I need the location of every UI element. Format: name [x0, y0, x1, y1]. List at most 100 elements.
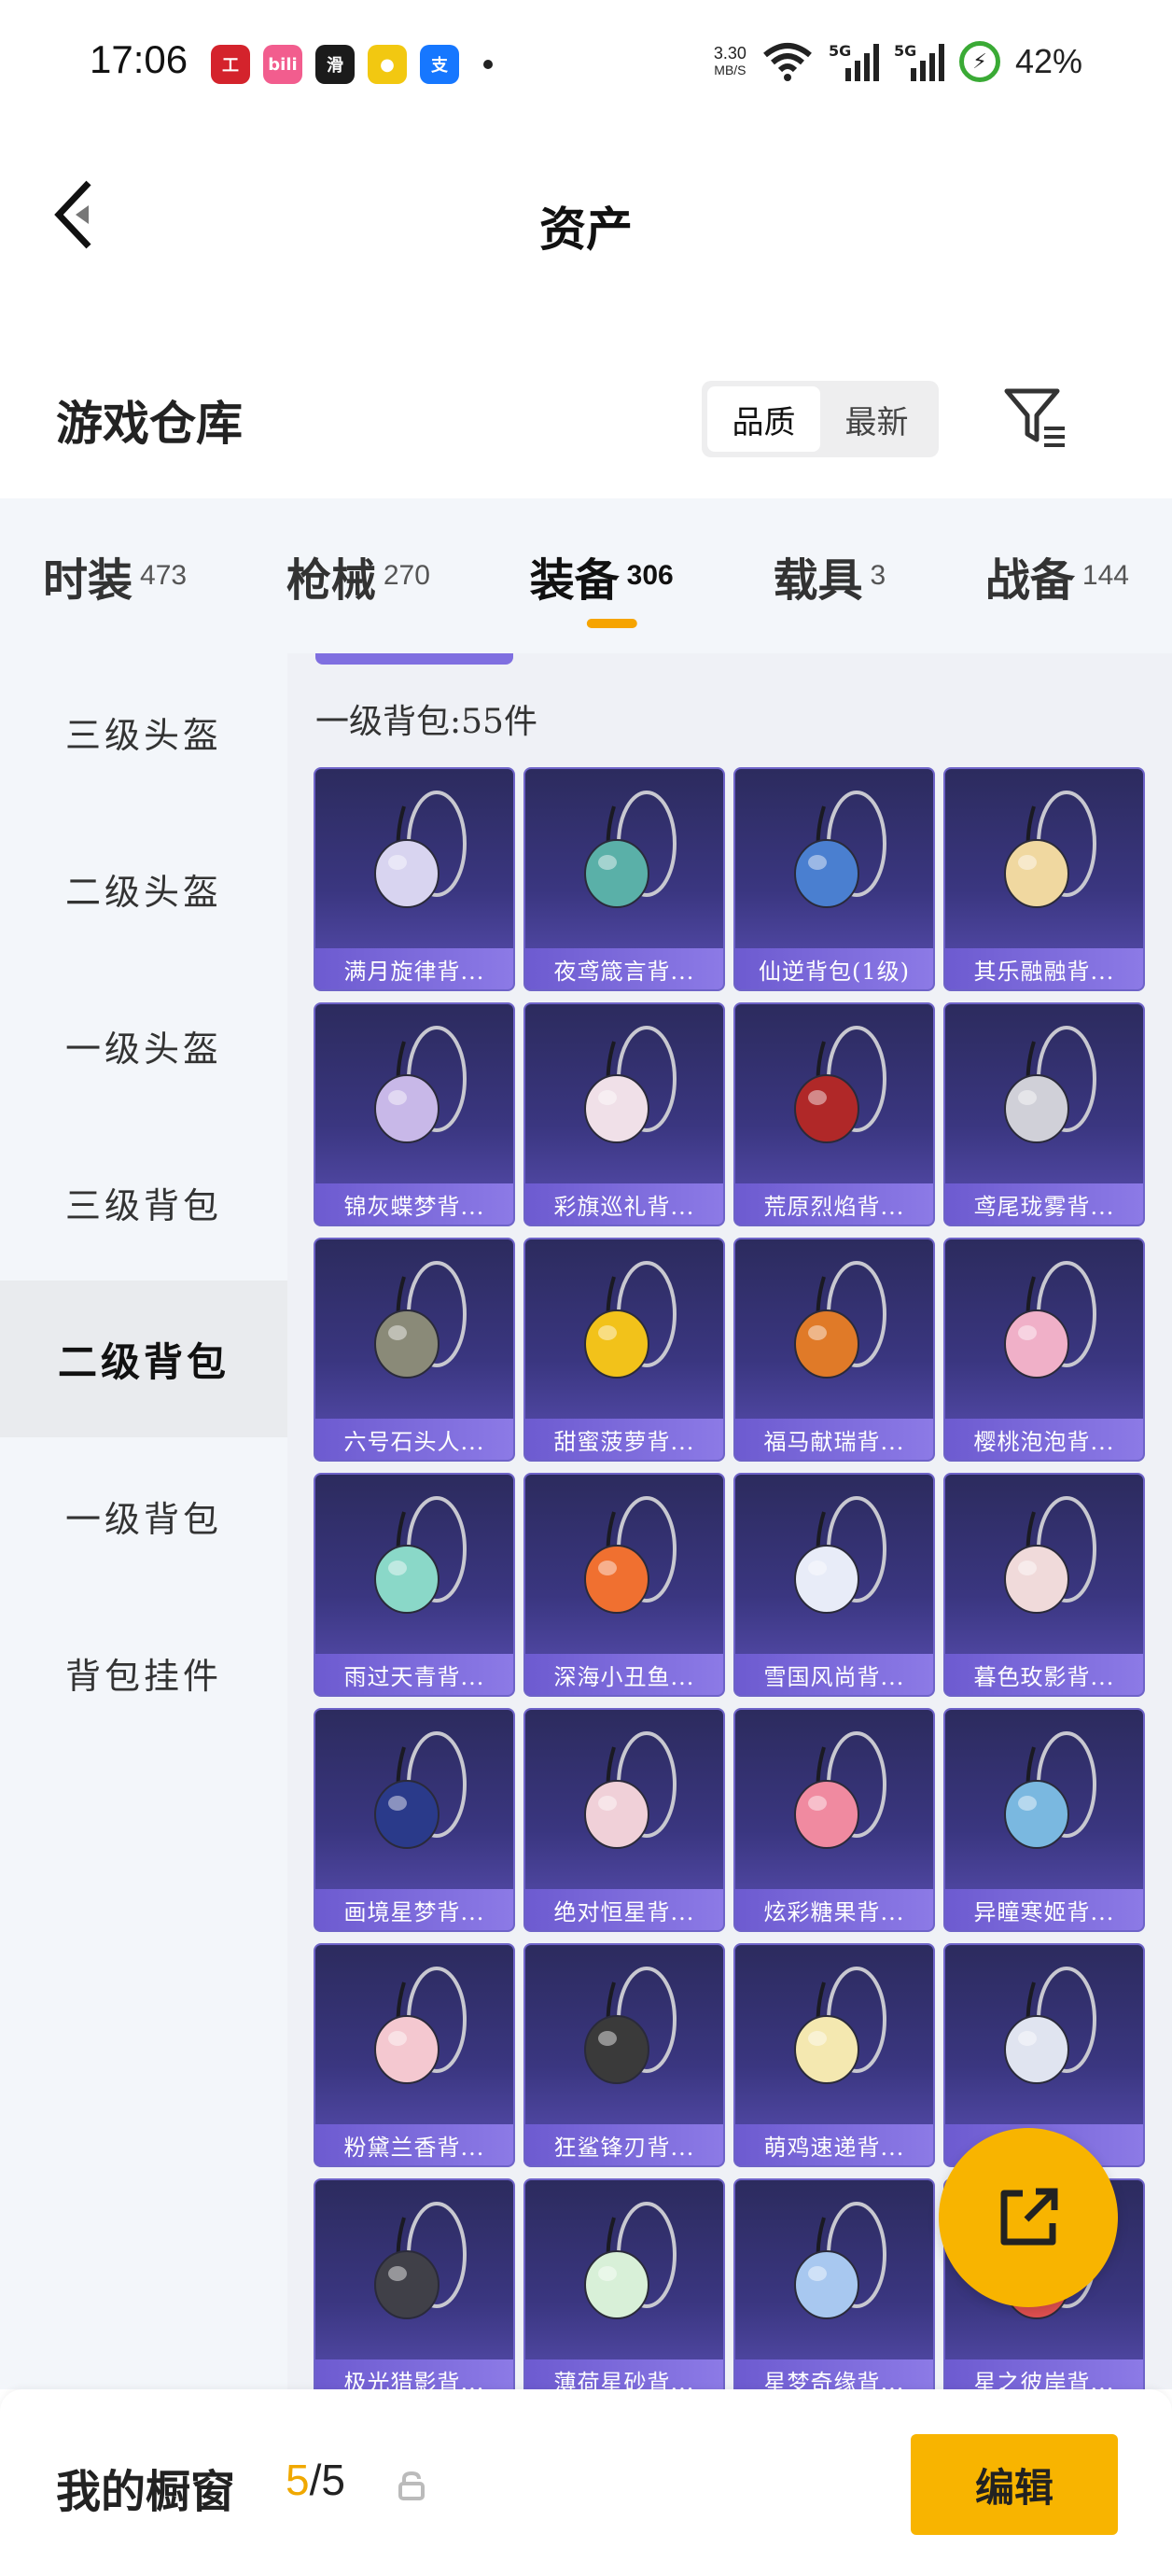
item-name: 异瞳寒姬背... — [945, 1889, 1143, 1930]
page-header: 资产 — [0, 131, 1172, 308]
status-app-icons: 工 bili 滑 ● 支 — [211, 45, 493, 84]
share-export-icon — [1000, 2188, 1058, 2246]
tab-4[interactable]: 战备 144 — [963, 520, 1151, 632]
item-name: 狂鲨锋刃背... — [525, 2124, 723, 2165]
tab-1[interactable]: 枪械 270 — [264, 520, 453, 632]
item-card[interactable]: 六号石头人... — [314, 1238, 515, 1462]
item-name: 其乐融融背... — [945, 948, 1143, 989]
backpack-image-icon — [794, 2202, 886, 2319]
item-card[interactable]: 暮色玫影背... — [943, 1473, 1145, 1697]
item-name: 暮色玫影背... — [945, 1654, 1143, 1695]
item-card[interactable]: 甜蜜菠萝背... — [523, 1238, 725, 1462]
tab-2[interactable]: 装备 306 — [508, 520, 696, 632]
status-bar: 17:06 工 bili 滑 ● 支 3.30 MB/S 5G 5G ⚡ 42% — [0, 0, 1172, 131]
item-card[interactable]: 薄荷星砂背... — [523, 2178, 725, 2389]
backpack-image-icon — [1004, 1731, 1096, 1849]
item-name: 粉黛兰香背... — [315, 2124, 513, 2165]
backpack-image-icon — [794, 1496, 886, 1614]
share-fab-button[interactable] — [939, 2128, 1118, 2307]
item-name: 薄荷星砂背... — [525, 2359, 723, 2389]
edit-button[interactable]: 编辑 — [911, 2434, 1118, 2535]
item-name: 樱桃泡泡背... — [945, 1419, 1143, 1460]
backpack-image-icon — [374, 2202, 467, 2319]
item-card[interactable]: 其乐融融背... — [943, 767, 1145, 991]
page-title: 资产 — [539, 202, 633, 257]
backpack-image-icon — [584, 1496, 677, 1614]
tab-count: 306 — [626, 560, 674, 591]
item-card[interactable]: 雪国风尚背... — [733, 1473, 935, 1697]
tab-0[interactable]: 时装 473 — [21, 520, 209, 632]
tab-count: 270 — [383, 560, 430, 591]
item-card[interactable]: 异瞳寒姬背... — [943, 1708, 1145, 1932]
sidebar-item-6[interactable]: 背包挂件 — [0, 1594, 287, 1751]
backpack-image-icon — [374, 791, 467, 908]
item-name: 炫彩糖果背... — [735, 1889, 933, 1930]
item-card[interactable]: 粉黛兰香背... — [314, 1943, 515, 2167]
item-card[interactable]: 彩旗巡礼背... — [523, 1002, 725, 1226]
backpack-image-icon — [584, 1026, 677, 1143]
item-card[interactable]: 星梦奇缘背... — [733, 2178, 935, 2389]
tab-count: 144 — [1081, 560, 1129, 591]
item-card[interactable]: 仙逆背包(1级) — [733, 767, 935, 991]
item-card[interactable]: 画境星梦背... — [314, 1708, 515, 1932]
item-name: 雨过天青背... — [315, 1654, 513, 1695]
sidebar-item-1[interactable]: 二级头盔 — [0, 810, 287, 967]
item-name: 星梦奇缘背... — [735, 2359, 933, 2389]
item-card[interactable]: 炫彩糖果背... — [733, 1708, 935, 1932]
item-name: 甜蜜菠萝背... — [525, 1419, 723, 1460]
sidebar-item-0[interactable]: 三级头盔 — [0, 653, 287, 810]
item-name: 仙逆背包(1级) — [735, 948, 933, 989]
item-card[interactable]: 鸢尾珑雾背... — [943, 1002, 1145, 1226]
filter-icon — [1004, 388, 1065, 447]
item-card[interactable]: 极光猎影背... — [314, 2178, 515, 2389]
backpack-image-icon — [374, 1261, 467, 1379]
item-card[interactable]: 雨过天青背... — [314, 1473, 515, 1697]
item-card[interactable]: 狂鲨锋刃背... — [523, 1943, 725, 2167]
warehouse-row: 游戏仓库 品质 最新 — [0, 364, 1172, 467]
sort-latest-button[interactable]: 最新 — [820, 386, 933, 452]
alipay-app-icon: 支 — [420, 45, 459, 84]
signal-icon: 5G — [894, 42, 944, 81]
lock-icon — [398, 2471, 425, 2500]
item-card[interactable]: 樱桃泡泡背... — [943, 1238, 1145, 1462]
sidebar: 三级头盔 二级头盔 一级头盔 三级背包 二级背包 一级背包 背包挂件 — [0, 653, 287, 2389]
warehouse-title: 游戏仓库 — [56, 396, 243, 451]
item-card[interactable]: 深海小丑鱼... — [523, 1473, 725, 1697]
backpack-image-icon — [794, 1261, 886, 1379]
backpack-image-icon — [584, 1261, 677, 1379]
sort-quality-button[interactable]: 品质 — [707, 386, 820, 452]
filter-button[interactable] — [998, 381, 1073, 455]
backpack-image-icon — [1004, 791, 1096, 908]
item-card[interactable]: 萌鸡速递背... — [733, 1943, 935, 2167]
item-name: 荒原烈焰背... — [735, 1183, 933, 1225]
item-name: 画境星梦背... — [315, 1889, 513, 1930]
tab-count: 3 — [870, 560, 886, 591]
item-name: 绝对恒星背... — [525, 1889, 723, 1930]
item-card[interactable]: 夜鸢箴言背... — [523, 767, 725, 991]
item-card[interactable]: 锦灰蝶梦背... — [314, 1002, 515, 1226]
sidebar-item-2[interactable]: 一级头盔 — [0, 967, 287, 1124]
sidebar-item-3[interactable]: 三级背包 — [0, 1124, 287, 1281]
item-name: 锦灰蝶梦背... — [315, 1183, 513, 1225]
tab-3[interactable]: 载具 3 — [750, 520, 908, 632]
item-card[interactable]: 福马献瑞背... — [733, 1238, 935, 1462]
backpack-image-icon — [794, 1967, 886, 2084]
backpack-image-icon — [1004, 1967, 1096, 2084]
item-name: 夜鸢箴言背... — [525, 948, 723, 989]
backpack-image-icon — [584, 2202, 677, 2319]
showcase-count: 5/5 — [286, 2456, 345, 2504]
item-card[interactable]: 绝对恒星背... — [523, 1708, 725, 1932]
category-tabs: 时装 473 枪械 270 装备 306 载具 3 战备 144 — [0, 498, 1172, 653]
more-notifications-dot — [483, 60, 493, 69]
backpack-image-icon — [374, 1496, 467, 1614]
section-title: 一级背包:55件 — [315, 703, 537, 741]
item-name: 雪国风尚背... — [735, 1654, 933, 1695]
showcase-label: 我的橱窗 — [56, 2466, 236, 2518]
sidebar-item-4[interactable]: 二级背包 — [0, 1281, 287, 1437]
item-card[interactable]: 荒原烈焰背... — [733, 1002, 935, 1226]
status-indicators: 3.30 MB/S 5G 5G ⚡ 42% — [714, 41, 1082, 82]
green-app-icon: ● — [368, 45, 407, 84]
item-card[interactable]: 满月旋律背... — [314, 767, 515, 991]
sidebar-item-5[interactable]: 一级背包 — [0, 1437, 287, 1594]
item-name: 深海小丑鱼... — [525, 1654, 723, 1695]
